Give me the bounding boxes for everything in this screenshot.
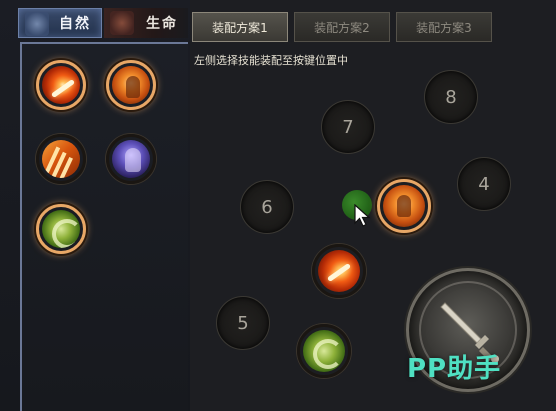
slot-7[interactable]: 7 [321,100,375,154]
skill-ghost[interactable] [106,134,156,184]
tab-plan-3[interactable]: 装配方案3 [396,12,492,42]
green-dragon-skill-icon [42,210,80,248]
tab-nature[interactable]: 自然 [18,8,102,38]
tab-life[interactable]: 生命 [104,8,188,38]
skill-fire-figure[interactable] [106,60,156,110]
fire-claw-skill-icon [42,140,80,178]
life-emblem-icon [110,11,134,35]
fire-figure-skill-icon [383,185,425,227]
mouse-cursor-icon [354,204,371,227]
skill-fire-claw[interactable] [36,134,86,184]
slot-skill-fire-figure[interactable] [377,179,431,233]
slot-5[interactable]: 5 [216,296,270,350]
nature-emblem-icon [25,12,49,36]
tab-plan-2-label: 装配方案2 [314,20,370,35]
slot-4[interactable]: 4 [457,157,511,211]
slot-skill-fire-burst[interactable] [312,244,366,298]
skill-grid [36,60,176,260]
slot-6[interactable]: 6 [240,180,294,234]
tab-plan-1-label: 装配方案1 [212,20,268,35]
ghost-skill-icon [112,140,150,178]
watermark-logo: PP助手 [407,354,502,384]
fire-burst-skill-icon [318,250,360,292]
slot-skill-green-dragon[interactable] [297,324,351,378]
tab-plan-2[interactable]: 装配方案2 [294,12,390,42]
skill-green-dragon[interactable] [36,204,86,254]
tab-plan-3-label: 装配方案3 [416,20,472,35]
fire-figure-skill-icon [112,66,150,104]
tab-plan-1[interactable]: 装配方案1 [192,12,288,42]
green-dragon-skill-icon [303,330,345,372]
category-tabs: 自然 生命 [18,8,188,42]
slot-8[interactable]: 8 [424,70,478,124]
tab-nature-label: 自然 [59,16,91,32]
skill-fire-burst[interactable] [36,60,86,110]
instruction-text: 左侧选择技能装配至按键位置中 [194,54,348,67]
fire-burst-skill-icon [42,66,80,104]
tab-life-label: 生命 [146,16,178,32]
